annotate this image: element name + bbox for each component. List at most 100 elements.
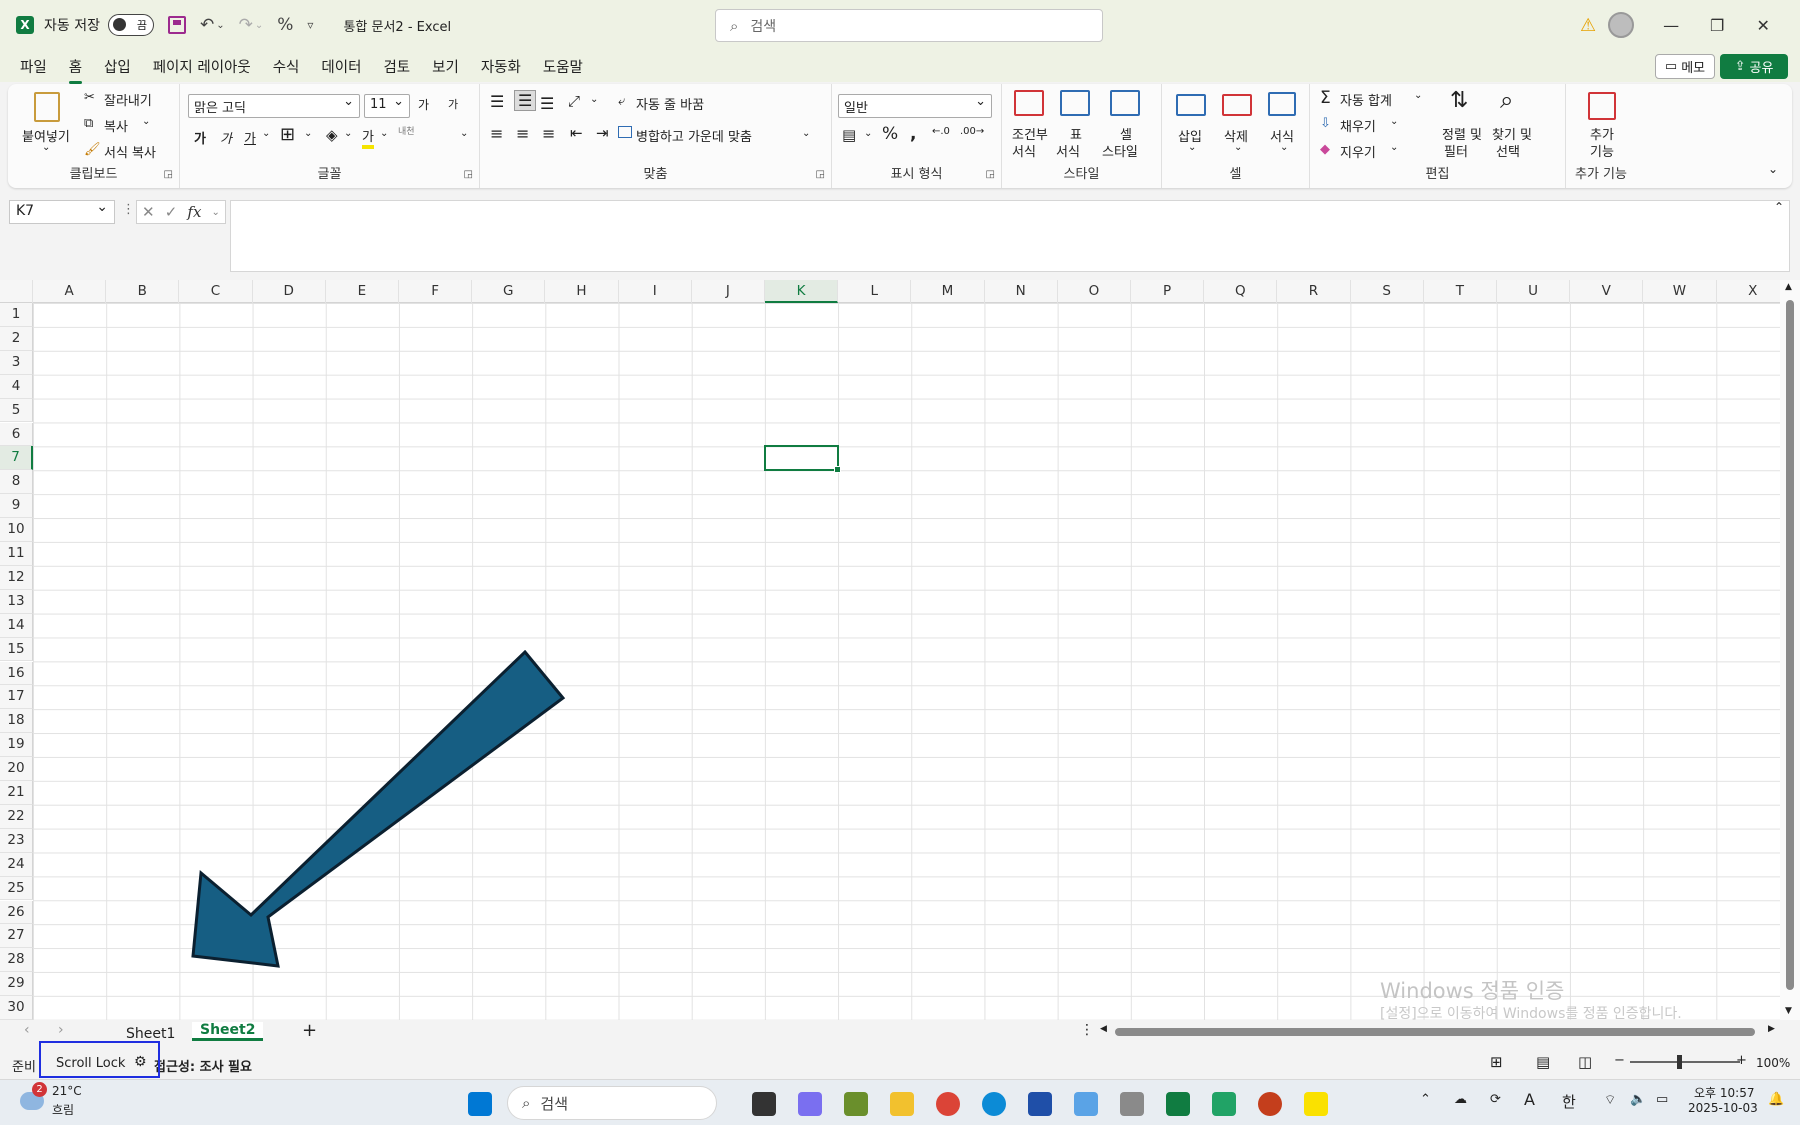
row-header[interactable]: 30: [0, 996, 33, 1020]
insert-function-button[interactable]: fx: [187, 203, 201, 221]
row-header[interactable]: 17: [0, 685, 33, 710]
cell-styles-icon[interactable]: [1110, 90, 1140, 116]
menu-insert[interactable]: 삽입: [102, 54, 133, 79]
align-center-icon[interactable]: ≡: [516, 124, 529, 143]
column-header[interactable]: L: [838, 280, 912, 303]
align-bottom-icon[interactable]: ☰: [540, 94, 554, 113]
menu-review[interactable]: 검토: [381, 54, 412, 79]
normal-view-icon[interactable]: ⊞: [1490, 1053, 1503, 1071]
row-header[interactable]: 27: [0, 924, 33, 949]
alignment-launcher-icon[interactable]: ◲: [816, 169, 825, 180]
fill-color-icon[interactable]: ◈: [326, 126, 338, 144]
search-input[interactable]: ⌕ 검색: [715, 9, 1103, 42]
underline-button[interactable]: 가: [244, 128, 256, 147]
accounting-dropdown-icon[interactable]: ⌄: [864, 128, 872, 139]
paste-dropdown-icon[interactable]: ⌄: [42, 142, 50, 153]
more-icon[interactable]: ⋮: [122, 202, 135, 217]
memo-button[interactable]: ▭ 메모: [1655, 54, 1715, 79]
format-painter-button[interactable]: 서식 복사: [104, 142, 156, 161]
store-icon[interactable]: [1028, 1092, 1052, 1116]
close-button[interactable]: ✕: [1740, 16, 1786, 35]
column-header[interactable]: T: [1424, 280, 1497, 303]
volume-icon[interactable]: 🔈: [1630, 1092, 1646, 1107]
addins-label-2[interactable]: 기능: [1590, 141, 1614, 160]
row-header[interactable]: 4: [0, 374, 33, 399]
row-header[interactable]: 3: [0, 350, 33, 375]
orientation-icon[interactable]: ⤢: [568, 92, 580, 110]
collapse-formula-icon[interactable]: ⌃: [1774, 200, 1784, 214]
fill-dropdown-icon[interactable]: ⌄: [344, 128, 352, 139]
font-launcher-icon[interactable]: ◲: [464, 169, 473, 180]
row-header[interactable]: 28: [0, 948, 33, 973]
notification-icon[interactable]: 🔔: [1768, 1092, 1784, 1107]
customize-qat-icon[interactable]: ▿: [307, 18, 313, 32]
column-header[interactable]: F: [399, 280, 473, 303]
save-icon[interactable]: [167, 16, 186, 34]
autosum-icon[interactable]: Σ: [1320, 88, 1331, 108]
row-header[interactable]: 23: [0, 828, 33, 853]
increase-indent-icon[interactable]: ⇥: [596, 124, 609, 142]
enter-icon[interactable]: ✓: [165, 203, 178, 221]
weather-temp[interactable]: 21°C: [52, 1084, 82, 1098]
chrome-icon[interactable]: [936, 1092, 960, 1116]
menu-page-layout[interactable]: 페이지 레이아웃: [151, 54, 253, 79]
copy-button[interactable]: 복사: [104, 116, 128, 135]
select-all-corner[interactable]: [0, 280, 33, 303]
zoom-slider-knob[interactable]: [1677, 1055, 1682, 1069]
scroll-down-icon[interactable]: ▼: [1785, 1006, 1792, 1016]
align-top-icon[interactable]: ☰: [490, 92, 504, 111]
percent-icon[interactable]: %: [277, 15, 293, 35]
calculator-icon[interactable]: [1120, 1092, 1144, 1116]
borders-icon[interactable]: ⊞: [280, 124, 295, 145]
comma-style-icon[interactable]: ,: [910, 124, 916, 144]
underline-dropdown-icon[interactable]: ⌄: [262, 128, 270, 139]
sort-filter-label-2[interactable]: 필터: [1444, 141, 1468, 160]
onedrive-icon[interactable]: ☁: [1454, 1092, 1467, 1107]
merge-center-button[interactable]: 병합하고 가운데 맞춤: [636, 126, 752, 145]
phonetic-dropdown-icon[interactable]: ⌄: [460, 128, 468, 139]
zoom-in-icon[interactable]: +: [1736, 1053, 1747, 1068]
copy-icon[interactable]: ⧉: [84, 116, 93, 131]
autosum-dropdown-icon[interactable]: ⌄: [1414, 90, 1422, 101]
wrap-text-icon[interactable]: ⤶: [618, 94, 625, 109]
number-format-select[interactable]: 일반: [838, 94, 992, 118]
clear-dropdown-icon[interactable]: ⌄: [1390, 142, 1398, 153]
clear-button[interactable]: 지우기: [1340, 142, 1376, 161]
user-avatar-icon[interactable]: [1608, 12, 1635, 38]
ime-indicator[interactable]: 한: [1562, 1091, 1576, 1112]
scroll-left-icon[interactable]: ◀: [1100, 1024, 1107, 1034]
name-box[interactable]: K7: [9, 199, 115, 224]
column-header[interactable]: O: [1058, 280, 1131, 303]
row-header[interactable]: 2: [0, 326, 33, 351]
row-header[interactable]: 24: [0, 852, 33, 877]
battery-icon[interactable]: ▭: [1656, 1092, 1668, 1107]
row-header[interactable]: 6: [0, 422, 33, 447]
column-header[interactable]: N: [985, 280, 1058, 303]
font-color-button[interactable]: 가: [362, 126, 374, 149]
row-header[interactable]: 7: [0, 446, 33, 471]
row-header[interactable]: 15: [0, 637, 33, 662]
taskbar-search[interactable]: ⌕ 검색: [507, 1086, 717, 1120]
scroll-right-icon[interactable]: ▶: [1768, 1024, 1775, 1034]
column-header[interactable]: D: [253, 280, 326, 303]
tray-chevron-icon[interactable]: ⌃: [1420, 1092, 1431, 1107]
wrap-text-button[interactable]: 자동 줄 바꿈: [636, 94, 704, 113]
shrink-font-button[interactable]: 가: [448, 96, 458, 112]
prev-sheet-icon[interactable]: ‹: [24, 1022, 30, 1038]
increase-decimal-icon[interactable]: ←.0: [932, 126, 950, 137]
decrease-decimal-icon[interactable]: .00→: [960, 126, 984, 137]
fill-button[interactable]: 채우기: [1340, 116, 1376, 135]
font-name-select[interactable]: 맑은 고딕: [188, 94, 360, 118]
undo-icon[interactable]: ↶: [200, 15, 214, 35]
column-header[interactable]: X: [1717, 280, 1790, 303]
sheets-icon[interactable]: [1212, 1092, 1236, 1116]
zoom-slider[interactable]: [1630, 1055, 1740, 1069]
excel-taskbar-icon[interactable]: [1166, 1092, 1190, 1116]
warning-icon[interactable]: ⚠: [1580, 15, 1596, 36]
conditional-formatting-icon[interactable]: [1014, 90, 1044, 116]
row-header[interactable]: 10: [0, 518, 33, 542]
column-header[interactable]: B: [106, 280, 180, 303]
fill-icon[interactable]: ⇩: [1320, 116, 1331, 131]
menu-automate[interactable]: 자동화: [479, 54, 523, 79]
sort-filter-icon[interactable]: ⇅: [1450, 88, 1468, 113]
